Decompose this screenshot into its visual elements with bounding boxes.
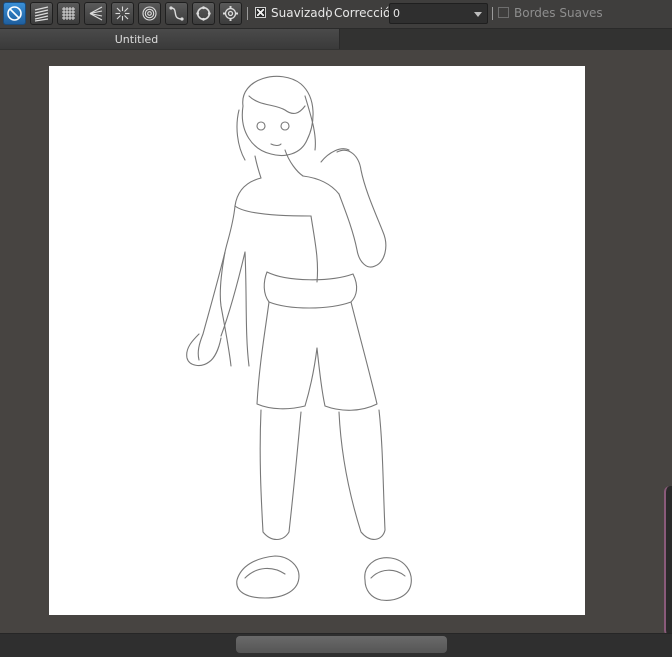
side-panel-edge[interactable] [664,486,672,636]
correction-value: 0 [393,7,400,20]
curve-ruler-icon [169,6,184,21]
soft-edges-label: Bordes Suaves [514,6,603,20]
ellipse-ruler-icon [196,6,211,21]
ruler-settings-button[interactable] [219,2,242,25]
sketch-figure [186,75,412,601]
radial-lines-ruler-icon [115,6,130,21]
parallel-lines-ruler-icon [34,6,49,22]
no-ruler-button[interactable] [3,2,26,25]
grid-ruler-icon [62,7,75,20]
settings-gear-icon [223,6,238,21]
ruler-toolbar: Suavizado Corrección 0 Bordes Suaves [0,0,672,29]
perspective-ruler-button[interactable] [84,2,107,25]
smoothing-label: Suavizado [271,6,333,20]
separator [247,7,248,20]
grid-ruler-button[interactable] [57,2,80,25]
tab-label: Untitled [114,33,159,46]
concentric-circles-ruler-icon [142,6,157,21]
horizontal-scrollbar-thumb[interactable] [236,636,447,653]
tab-untitled[interactable]: Untitled [0,29,340,49]
soft-edges-checkbox[interactable] [498,7,509,18]
document-tab-bar: Untitled [0,29,672,50]
radial-ruler-button[interactable] [111,2,134,25]
curve-ruler-button[interactable] [165,2,188,25]
smoothing-checkbox[interactable] [255,7,266,18]
ellipse-ruler-button[interactable] [192,2,215,25]
perspective-ruler-icon [89,6,103,21]
no-ruler-icon [7,6,22,21]
correction-select[interactable]: 0 [389,3,488,24]
separator [327,7,328,20]
horizontal-scrollbar[interactable] [0,633,672,657]
drawing-canvas[interactable] [49,66,585,615]
parallel-ruler-button[interactable] [30,2,53,25]
separator [492,7,493,20]
chevron-down-icon [474,12,482,17]
concentric-ruler-button[interactable] [138,2,161,25]
